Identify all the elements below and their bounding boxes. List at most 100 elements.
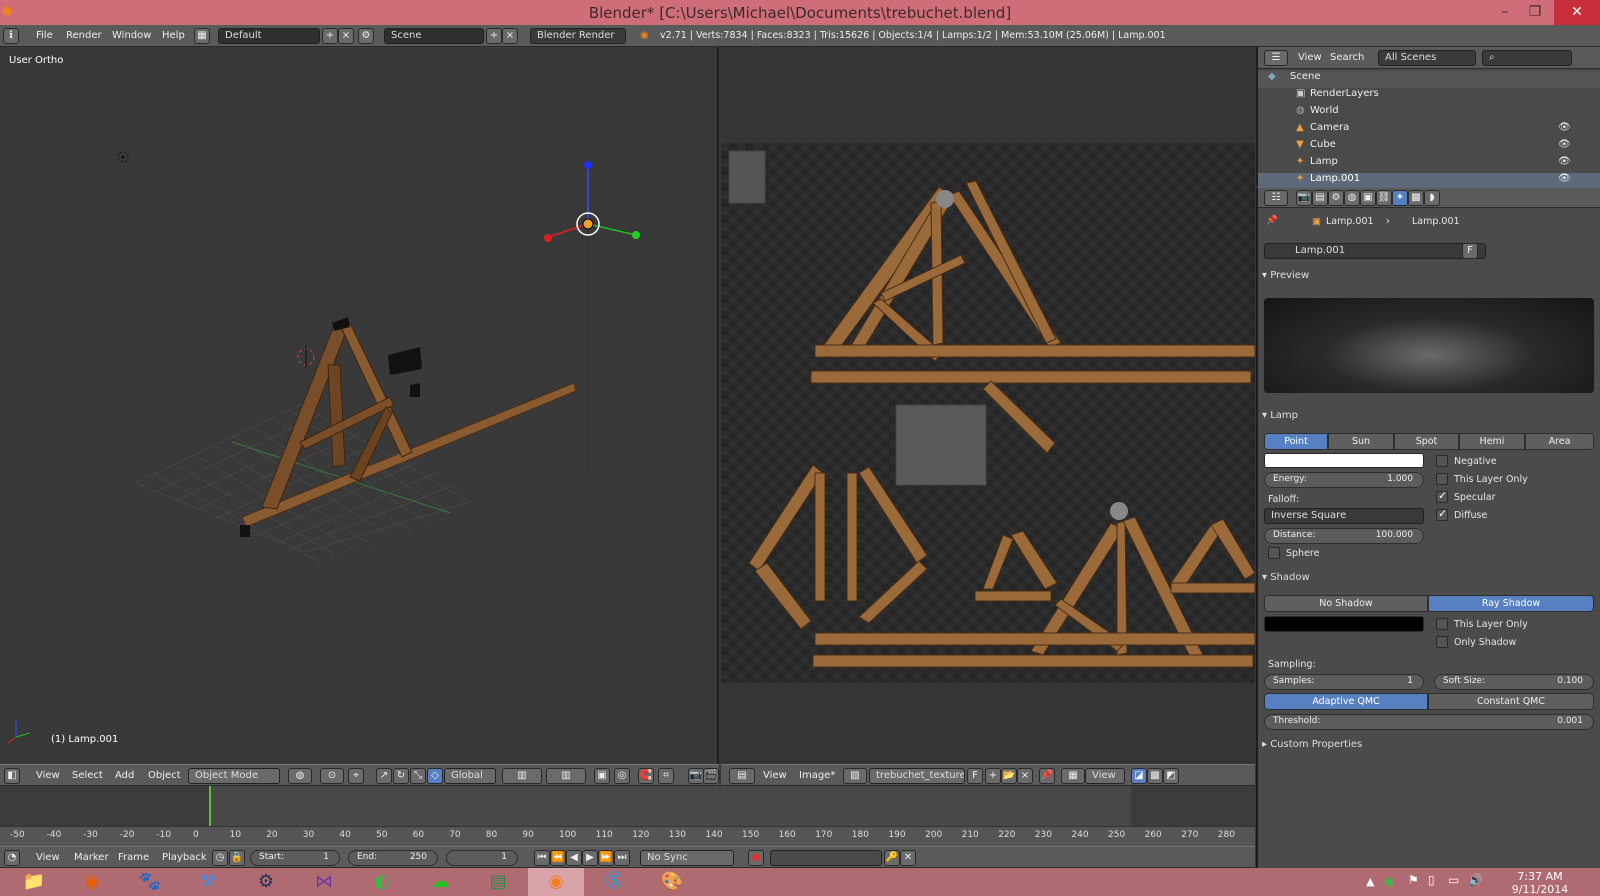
scale-icon[interactable]: ⤡ bbox=[410, 768, 426, 784]
tray-volume-icon[interactable]: 🔊 bbox=[1468, 873, 1483, 887]
timeline[interactable]: -50 -40 -30 -20 -10 0 10 20 30 40 50 60 70 80 90 100 110… bbox=[0, 786, 1255, 846]
visibility-eye-icon[interactable]: 👁 bbox=[1558, 122, 1571, 133]
tab-scene-icon[interactable]: ⚙ bbox=[1328, 190, 1344, 206]
tray-battery-icon[interactable]: ▯ bbox=[1428, 873, 1435, 887]
tab-constraints-icon[interactable]: ⛓ bbox=[1376, 190, 1392, 206]
visibility-eye-icon[interactable]: 👁 bbox=[1558, 156, 1571, 167]
maximize-button[interactable]: ❐ bbox=[1520, 0, 1550, 25]
breadcrumb-object[interactable]: Lamp.001 bbox=[1326, 216, 1374, 227]
render-engine-dropdown[interactable]: Blender Render bbox=[530, 28, 626, 44]
tab-render-icon[interactable]: 📷 bbox=[1296, 190, 1312, 206]
editor-type-timeline-icon[interactable]: ◔ bbox=[4, 850, 20, 866]
tab-object-icon[interactable]: ▣ bbox=[1360, 190, 1376, 206]
outliner-item-lamp[interactable]: ✦ Lamp 👁 bbox=[1258, 156, 1600, 173]
manip-active-icon[interactable]: ◇ bbox=[427, 768, 443, 784]
translate-icon[interactable]: ↗ bbox=[376, 768, 392, 784]
record-icon[interactable]: ● bbox=[748, 850, 764, 866]
sphere-checkbox[interactable] bbox=[1268, 547, 1280, 559]
opengl-render-icon[interactable]: 🎬 bbox=[703, 768, 719, 784]
menu-select[interactable]: Select bbox=[72, 770, 103, 781]
jump-start-icon[interactable]: ⏮ bbox=[534, 850, 550, 866]
viewport-3d[interactable]: User Ortho (1) Lamp.001 bbox=[0, 47, 719, 764]
menu-tl-view[interactable]: View bbox=[36, 852, 60, 863]
custom-properties-panel[interactable]: ▸ Custom Properties bbox=[1262, 739, 1362, 750]
editor-type-outliner-icon[interactable]: ☰ bbox=[1264, 50, 1288, 66]
this-layer-only-checkbox[interactable] bbox=[1436, 473, 1448, 485]
preview-range-icon[interactable]: ◷ bbox=[212, 850, 228, 866]
shading-dropdown-icon[interactable]: ◍ bbox=[288, 768, 312, 784]
hammer-tool-icon[interactable]: ⚒ bbox=[180, 868, 236, 896]
editor-type-properties-icon[interactable]: ☷ bbox=[1264, 190, 1288, 206]
lamp-panel-title[interactable]: ▾ Lamp bbox=[1262, 410, 1298, 421]
lamp-type-hemi[interactable]: Hemi bbox=[1459, 433, 1525, 450]
pivot-dropdown-icon[interactable]: ⊙ bbox=[320, 768, 344, 784]
visual-studio-icon[interactable]: ⋈ bbox=[296, 868, 352, 896]
image-fake-user[interactable]: F bbox=[967, 768, 983, 784]
outliner-item-camera[interactable]: ▲ Camera 👁 bbox=[1258, 122, 1600, 139]
transform-gizmo[interactable] bbox=[544, 161, 640, 242]
current-frame-field[interactable]: 1 bbox=[446, 850, 518, 866]
rotate-icon[interactable]: ↻ bbox=[393, 768, 409, 784]
delete-key-icon[interactable]: ✕ bbox=[900, 850, 916, 866]
sheet-app-icon[interactable]: ▤ bbox=[470, 868, 526, 896]
menu-playback[interactable]: Playback bbox=[162, 852, 207, 863]
current-frame-line[interactable] bbox=[209, 786, 211, 826]
lamp-color-swatch[interactable] bbox=[1264, 453, 1424, 468]
threshold-field[interactable]: Threshold: 0.001 bbox=[1264, 714, 1594, 730]
lamp-type-point[interactable]: Point bbox=[1264, 433, 1328, 450]
shadow-color-swatch[interactable] bbox=[1264, 616, 1424, 632]
firefox-icon[interactable]: ◉ bbox=[64, 868, 120, 896]
only-shadow-checkbox[interactable] bbox=[1436, 636, 1448, 648]
editor-type-3d-icon[interactable]: ◧ bbox=[4, 768, 20, 784]
menu-object[interactable]: Object bbox=[148, 770, 181, 781]
blender-taskbar-icon[interactable]: ◉ bbox=[528, 868, 584, 896]
layers-grid-2[interactable]: ▥ bbox=[546, 768, 586, 784]
image-view-dropdown[interactable]: View bbox=[1085, 768, 1125, 784]
paint-icon[interactable]: 🎨 bbox=[644, 868, 700, 896]
energy-field[interactable]: Energy: 1.000 bbox=[1264, 472, 1424, 488]
tray-app-icon[interactable]: ◉ bbox=[1384, 874, 1394, 888]
menu-file[interactable]: File bbox=[36, 30, 53, 41]
preview-panel-title[interactable]: ▾ Preview bbox=[1262, 270, 1309, 281]
minimize-button[interactable]: – bbox=[1490, 0, 1520, 25]
ray-shadow-button[interactable]: Ray Shadow bbox=[1428, 595, 1594, 612]
display-mode-dropdown[interactable]: All Scenes bbox=[1378, 50, 1476, 66]
open-image-icon[interactable]: 📂 bbox=[1001, 768, 1017, 784]
tray-up-arrow-icon[interactable]: ▲ bbox=[1366, 875, 1374, 888]
image-name-field[interactable]: trebuchet_texture.p... bbox=[869, 768, 965, 784]
jump-key-back-icon[interactable]: ⏪ bbox=[550, 850, 566, 866]
tray-flag-icon[interactable]: ⚑ bbox=[1408, 873, 1419, 887]
outliner[interactable]: ☰ View Search All Scenes ⌕ ◆ Scene ▣ Rende… bbox=[1256, 47, 1600, 190]
skype-icon[interactable]: Ⓢ bbox=[586, 868, 642, 896]
properties-editor[interactable]: ☷ 📷 ▤ ⚙ ◍ ▣ ⛓ ✦ ▩ ◗ 📌 ▣ Lamp.001 › Lamp.… bbox=[1256, 188, 1600, 868]
lamp-datablock-field[interactable]: Lamp.001 bbox=[1264, 243, 1486, 259]
gimp-icon[interactable]: 🐾 bbox=[122, 868, 178, 896]
start-frame-field[interactable]: Start: 1 bbox=[250, 850, 340, 866]
menu-image-view[interactable]: View bbox=[763, 770, 787, 781]
menu-image[interactable]: Image* bbox=[799, 770, 835, 781]
samples-field[interactable]: Samples: 1 bbox=[1264, 674, 1424, 690]
soft-size-field[interactable]: Soft Size: 0.100 bbox=[1434, 674, 1594, 690]
zbuffer-icon[interactable]: ◩ bbox=[1163, 768, 1179, 784]
editor-type-image-icon[interactable]: ▤ bbox=[729, 768, 755, 784]
lock-layers-icon[interactable]: ▣ bbox=[594, 768, 610, 784]
remove-layout-icon[interactable]: × bbox=[338, 28, 354, 44]
clock-time[interactable]: 7:37 AM bbox=[1500, 870, 1580, 883]
insert-key-icon[interactable]: 🔑 bbox=[884, 850, 900, 866]
jump-key-forward-icon[interactable]: ⏩ bbox=[598, 850, 614, 866]
jump-end-icon[interactable]: ⏭ bbox=[614, 850, 630, 866]
add-scene-icon[interactable]: + bbox=[486, 28, 502, 44]
menu-help[interactable]: Help bbox=[162, 30, 185, 41]
unlink-image-icon[interactable]: × bbox=[1017, 768, 1033, 784]
alpha-icon[interactable]: ▩ bbox=[1147, 768, 1163, 784]
clock-date[interactable]: 9/11/2014 bbox=[1500, 883, 1580, 895]
proportional-edit-icon[interactable]: ◎ bbox=[614, 768, 630, 784]
pin-icon[interactable]: 📌 bbox=[1266, 215, 1278, 226]
menu-view[interactable]: View bbox=[36, 770, 60, 781]
menu-render[interactable]: Render bbox=[66, 30, 102, 41]
play-reverse-icon[interactable]: ◀ bbox=[566, 850, 582, 866]
visibility-eye-icon[interactable]: 👁 bbox=[1558, 139, 1571, 150]
close-button[interactable]: ✕ bbox=[1554, 0, 1600, 25]
tab-lamp-icon[interactable]: ✦ bbox=[1392, 190, 1408, 206]
menu-outliner-view[interactable]: View bbox=[1298, 52, 1322, 63]
